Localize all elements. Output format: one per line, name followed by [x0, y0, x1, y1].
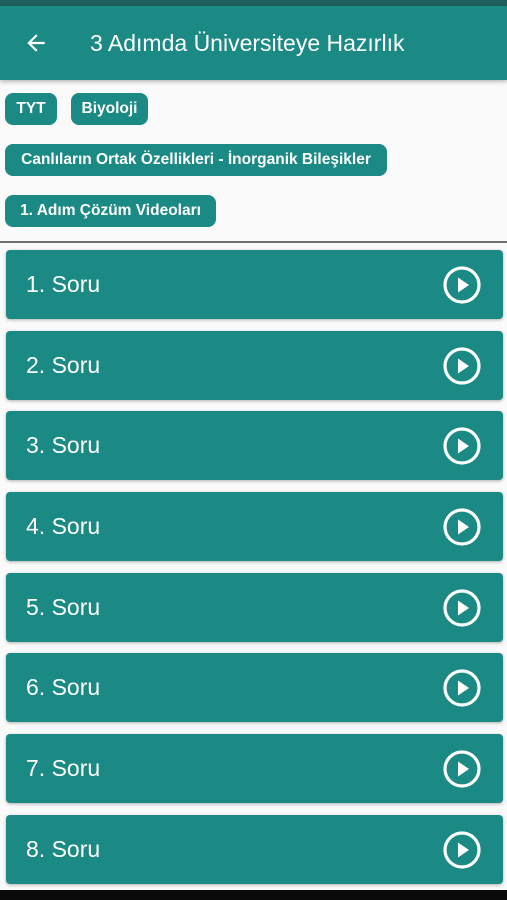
question-item-4[interactable]: 4. Soru [6, 492, 503, 561]
divider [0, 241, 507, 243]
play-circle-icon[interactable] [442, 668, 482, 708]
play-circle-icon[interactable] [442, 507, 482, 547]
topic-chip[interactable]: Canlıların Ortak Özellikleri - İnorganik… [5, 144, 387, 176]
page-title: 3 Adımda Üniversiteye Hazırlık [90, 30, 405, 56]
question-label: 5. Soru [26, 594, 101, 620]
navigation-bar [0, 890, 507, 900]
question-item-1[interactable]: 1. Soru [6, 250, 503, 319]
question-item-6[interactable]: 6. Soru [6, 653, 503, 722]
play-circle-icon[interactable] [442, 749, 482, 789]
play-circle-icon[interactable] [442, 346, 482, 386]
play-circle-icon[interactable] [442, 588, 482, 628]
question-label: 4. Soru [26, 513, 101, 539]
app-bar: 3 Adımda Üniversiteye Hazırlık [0, 6, 507, 80]
subject-chip[interactable]: Biyoloji [71, 93, 148, 125]
play-circle-icon[interactable] [442, 830, 482, 870]
question-label: 8. Soru [26, 836, 101, 862]
question-item-5[interactable]: 5. Soru [6, 573, 503, 642]
step-chip[interactable]: 1. Adım Çözüm Videoları [5, 195, 216, 227]
question-item-7[interactable]: 7. Soru [6, 734, 503, 803]
question-label: 6. Soru [26, 674, 101, 700]
question-label: 2. Soru [26, 352, 101, 378]
play-circle-icon[interactable] [442, 265, 482, 305]
question-label: 3. Soru [26, 432, 101, 458]
question-item-8[interactable]: 8. Soru [6, 815, 503, 884]
arrow-left-icon [27, 34, 45, 52]
question-label: 1. Soru [26, 271, 101, 297]
back-button[interactable] [14, 21, 58, 65]
question-label: 7. Soru [26, 755, 101, 781]
question-item-3[interactable]: 3. Soru [6, 411, 503, 480]
play-circle-icon[interactable] [442, 426, 482, 466]
question-item-2[interactable]: 2. Soru [6, 331, 503, 400]
exam-chip[interactable]: TYT [5, 93, 57, 125]
